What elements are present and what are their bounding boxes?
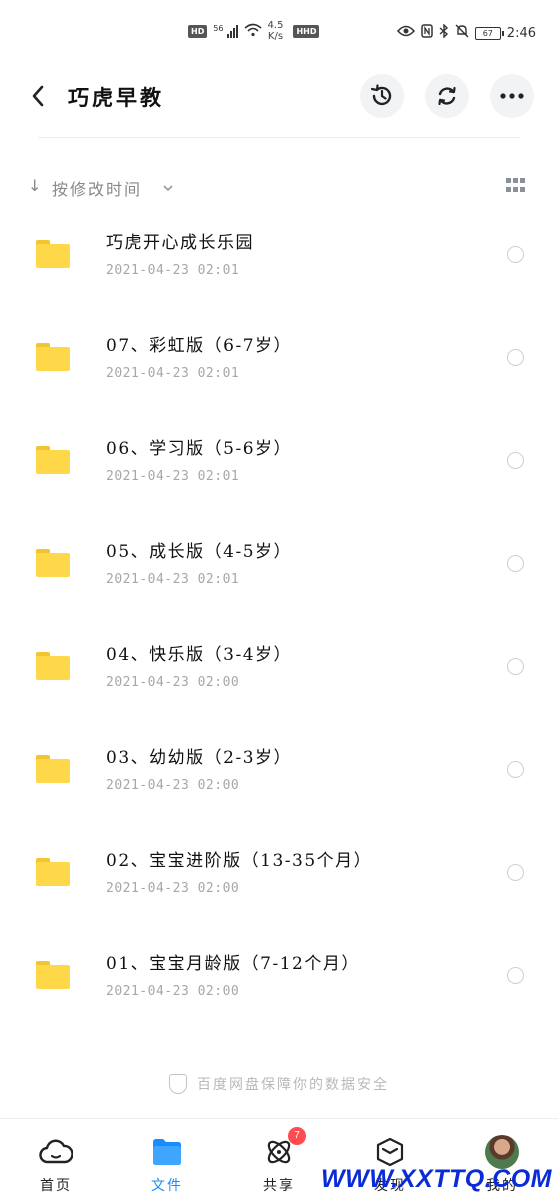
nav-home-label: 首页: [40, 1178, 72, 1194]
avatar-wrap: [485, 1135, 519, 1169]
file-name: 巧虎开心成长乐园: [106, 233, 254, 253]
sort-label[interactable]: 按修改时间: [52, 176, 142, 200]
select-radio[interactable]: [507, 452, 524, 469]
avatar: [485, 1135, 519, 1169]
security-note: 百度网盘保障你的数据安全: [0, 1074, 558, 1094]
file-date: 2021-04-23 02:01: [106, 572, 240, 587]
app-header: 巧虎早教: [0, 72, 558, 120]
list-item[interactable]: 04、快乐版（3-4岁） 2021-04-23 02:00: [0, 616, 558, 719]
select-radio[interactable]: [507, 555, 524, 572]
battery-icon: 67: [474, 26, 504, 40]
file-date: 2021-04-23 02:01: [106, 469, 240, 484]
speed-value: 4.5: [267, 20, 284, 31]
history-icon: [370, 84, 392, 106]
list-item[interactable]: 02、宝宝进阶版（13-35个月） 2021-04-23 02:00: [0, 822, 558, 925]
folder-icon: [36, 343, 70, 371]
folder-icon: [36, 755, 70, 783]
select-radio[interactable]: [507, 761, 524, 778]
file-date: 2021-04-23 02:01: [106, 366, 240, 381]
file-name: 01、宝宝月龄版（7-12个月）: [106, 954, 360, 974]
select-radio[interactable]: [507, 349, 524, 366]
hd-indicator: HD: [188, 24, 208, 38]
speed-unit: K/s: [267, 31, 284, 42]
history-button[interactable]: [360, 74, 404, 118]
status-center: HD 56 4.5 K/s HHD: [188, 20, 320, 42]
signal-type: 56: [213, 24, 224, 33]
nfc-icon: [421, 24, 433, 42]
select-radio[interactable]: [507, 658, 524, 675]
bluetooth-icon: [439, 23, 449, 42]
nav-share[interactable]: 7 共享: [239, 1127, 319, 1199]
file-name: 05、成长版（4-5岁）: [106, 542, 293, 562]
file-name: 04、快乐版（3-4岁）: [106, 645, 293, 665]
security-text: 百度网盘保障你的数据安全: [197, 1077, 389, 1093]
cloud-icon: [39, 1135, 73, 1169]
folder-icon: [36, 446, 70, 474]
folder-icon: [36, 961, 70, 989]
folder-icon: [36, 240, 70, 268]
chevron-down-icon[interactable]: [162, 178, 174, 197]
file-date: 2021-04-23 02:00: [106, 675, 240, 690]
network-speed: 4.5 K/s: [268, 20, 284, 42]
signal-icon: 56: [213, 24, 238, 38]
page-title: 巧虎早教: [68, 85, 164, 110]
clock: 2:46: [506, 25, 536, 41]
folder-icon: [36, 858, 70, 886]
share-atom-icon: 7: [262, 1127, 306, 1169]
file-date: 2021-04-23 02:00: [106, 778, 240, 793]
mute-bell-icon: [455, 24, 469, 42]
folder-nav-icon: [150, 1135, 184, 1169]
file-name: 06、学习版（5-6岁）: [106, 439, 293, 459]
watermark: WWW.XXTTQ.COM: [321, 1165, 552, 1193]
hhd-indicator: HHD: [293, 24, 320, 38]
more-button[interactable]: [490, 74, 534, 118]
folder-icon: [36, 549, 70, 577]
sort-arrow-icon[interactable]: ↓: [28, 176, 41, 195]
select-radio[interactable]: [507, 967, 524, 984]
file-name: 02、宝宝进阶版（13-35个月）: [106, 851, 373, 871]
list-item[interactable]: 巧虎开心成长乐园 2021-04-23 02:01: [0, 204, 558, 307]
select-radio[interactable]: [507, 864, 524, 881]
header-divider: [38, 137, 520, 138]
refresh-button[interactable]: [425, 74, 469, 118]
status-right: 67 2:46: [396, 23, 536, 42]
chevron-left-icon: [32, 85, 44, 107]
nav-files[interactable]: 文件: [127, 1129, 207, 1199]
more-icon: [500, 93, 524, 99]
sort-bar: ↓ 按修改时间: [28, 172, 530, 200]
file-name: 03、幼幼版（2-3岁）: [106, 748, 293, 768]
file-date: 2021-04-23 02:01: [106, 263, 240, 278]
nav-home[interactable]: 首页: [16, 1129, 96, 1199]
file-date: 2021-04-23 02:00: [106, 881, 240, 896]
nav-share-label: 共享: [263, 1178, 295, 1194]
list-item[interactable]: 06、学习版（5-6岁） 2021-04-23 02:01: [0, 410, 558, 513]
list-item[interactable]: 05、成长版（4-5岁） 2021-04-23 02:01: [0, 513, 558, 616]
shield-icon: [169, 1074, 187, 1094]
list-item[interactable]: 07、彩虹版（6-7岁） 2021-04-23 02:01: [0, 307, 558, 410]
eye-icon: [396, 25, 415, 41]
back-button[interactable]: [22, 80, 54, 112]
file-name: 07、彩虹版（6-7岁）: [106, 336, 293, 356]
nav-files-label: 文件: [151, 1178, 183, 1194]
file-list: 巧虎开心成长乐园 2021-04-23 02:01 07、彩虹版（6-7岁） 2…: [0, 204, 558, 1028]
folder-icon: [36, 652, 70, 680]
status-bar: HD 56 4.5 K/s HHD 67 2:46: [0, 0, 558, 64]
box-icon: [373, 1135, 407, 1169]
refresh-icon: [438, 86, 456, 106]
bottom-nav: 首页 文件 7 共享 发现 我的 WWW.XXTTQ.COM: [0, 1118, 558, 1200]
share-badge: 7: [288, 1127, 306, 1145]
select-radio[interactable]: [507, 246, 524, 263]
file-date: 2021-04-23 02:00: [106, 984, 240, 999]
wifi-icon: [244, 23, 262, 40]
list-item[interactable]: 01、宝宝月龄版（7-12个月） 2021-04-23 02:00: [0, 925, 558, 1028]
list-item[interactable]: 03、幼幼版（2-3岁） 2021-04-23 02:00: [0, 719, 558, 822]
grid-view-icon[interactable]: [506, 178, 526, 194]
